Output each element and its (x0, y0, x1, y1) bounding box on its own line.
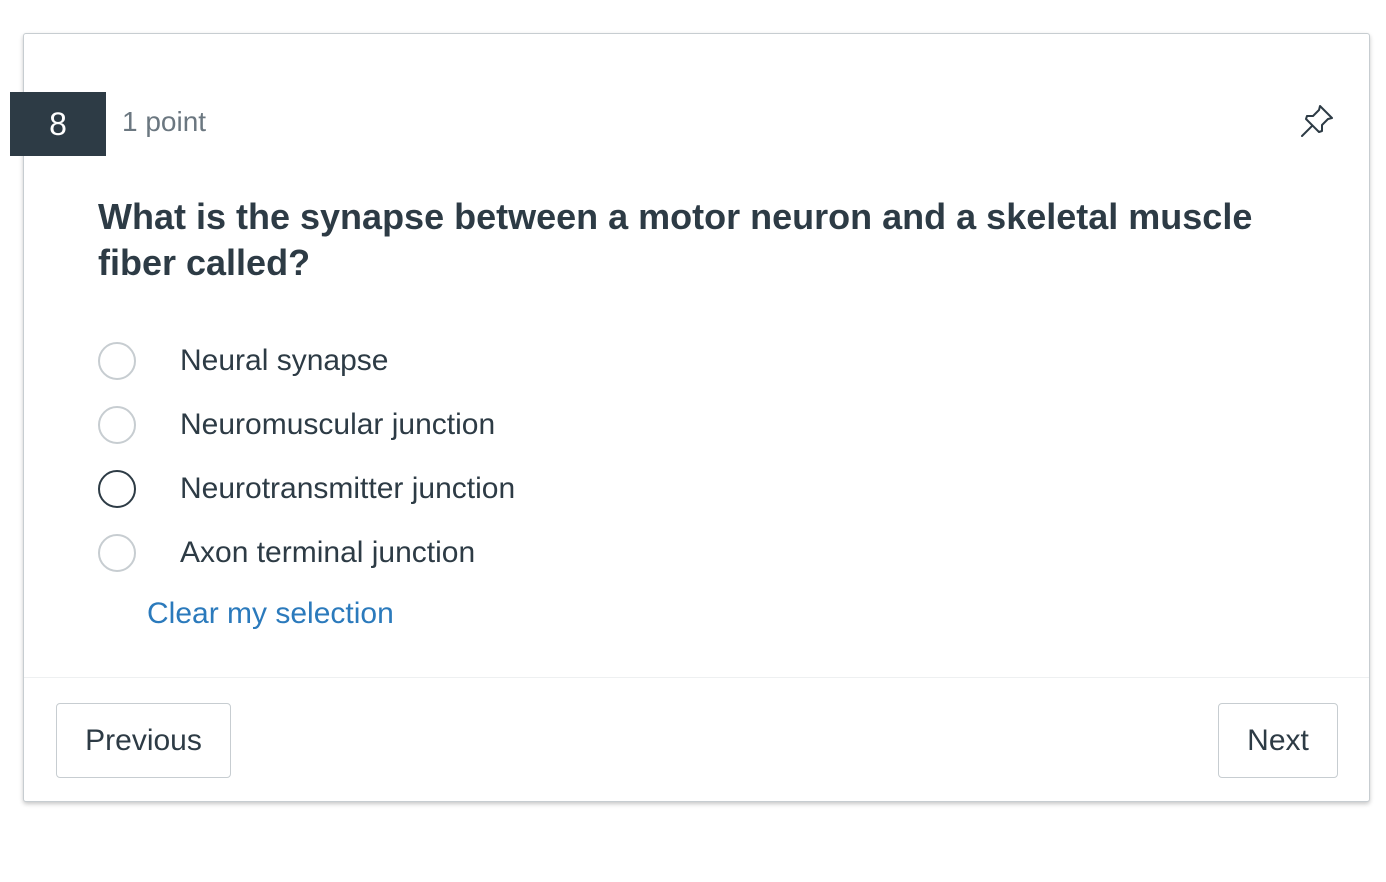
question-points: 1 point (122, 106, 207, 137)
answer-option-label: Neuromuscular junction (180, 408, 496, 441)
radio-button[interactable] (98, 470, 136, 508)
answer-option-label: Neurotransmitter junction (180, 472, 516, 505)
footer-divider (24, 677, 1369, 678)
radio-button[interactable] (98, 534, 136, 572)
previous-button[interactable]: Previous (56, 703, 231, 778)
pushpin-icon[interactable] (1298, 102, 1336, 140)
question-number-badge: 8 (10, 92, 106, 156)
answer-option[interactable]: Neuromuscular junction (98, 401, 495, 449)
answer-option-label: Axon terminal junction (180, 536, 476, 569)
question-text: What is the synapse between a motor neur… (98, 196, 1253, 283)
radio-button[interactable] (98, 342, 136, 380)
answer-option[interactable]: Neural synapse (98, 337, 388, 385)
next-button-label: Next (1247, 723, 1309, 757)
answer-option[interactable]: Neurotransmitter junction (98, 465, 515, 513)
question-number: 8 (49, 105, 67, 142)
radio-button[interactable] (98, 406, 136, 444)
next-button[interactable]: Next (1218, 703, 1338, 778)
answer-option-label: Neural synapse (180, 344, 389, 377)
answer-option[interactable]: Axon terminal junction (98, 529, 475, 577)
clear-selection-link[interactable]: Clear my selection (147, 597, 394, 631)
previous-button-label: Previous (85, 723, 202, 757)
